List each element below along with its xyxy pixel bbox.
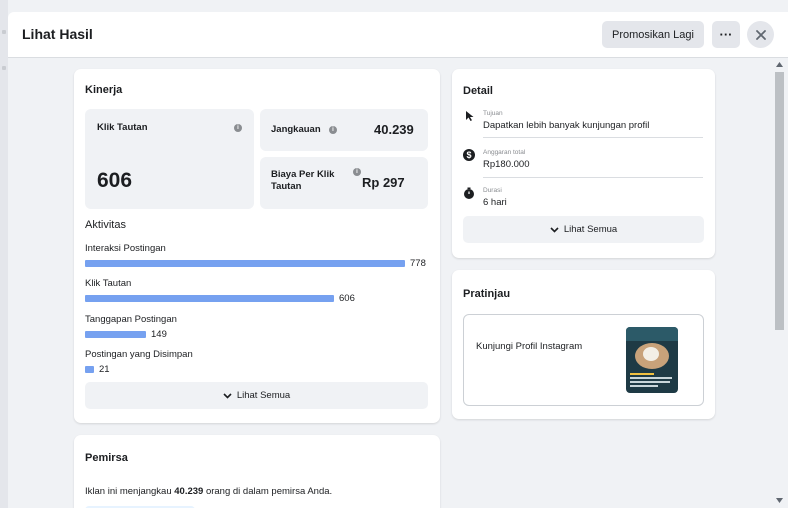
detail-card: Detail Tujuan Dapatkan lebih banyak kunj… — [452, 69, 715, 258]
detail-see-all-button[interactable]: Lihat Semua — [463, 216, 704, 243]
detail-value: 6 hari — [483, 197, 507, 208]
reach-label: Jangkauan — [271, 124, 321, 135]
scrollbar[interactable] — [771, 58, 788, 508]
divider — [483, 177, 703, 178]
info-icon[interactable]: i — [329, 126, 337, 134]
activity-title: Aktivitas — [85, 219, 126, 231]
scroll-up-arrow-icon[interactable] — [776, 62, 783, 67]
background-marker — [2, 30, 6, 34]
results-dialog: Lihat Hasil Promosikan Lagi ··· Kinerja … — [8, 12, 788, 508]
detail-label: Tujuan — [483, 110, 503, 117]
detail-value: Dapatkan lebih banyak kunjungan profil — [483, 120, 650, 131]
preview-title: Pratinjau — [463, 288, 511, 300]
audience-text: Iklan ini menjangkau 40.239 orang di dal… — [85, 486, 333, 497]
activity-label: Tanggapan Postingan — [85, 314, 177, 325]
performance-title: Kinerja — [85, 84, 123, 96]
dialog-header: Lihat Hasil Promosikan Lagi ··· — [8, 12, 788, 58]
ad-preview[interactable]: Kunjungi Profil Instagram — [463, 314, 704, 406]
activity-bar — [85, 295, 334, 302]
dialog-title: Lihat Hasil — [22, 26, 93, 42]
activity-value: 149 — [151, 329, 167, 340]
detail-value: Rp180.000 — [483, 159, 530, 170]
detail-label: Durasi — [483, 187, 502, 194]
activity-label: Postingan yang Disimpan — [85, 349, 193, 360]
dollar-icon: $ — [463, 149, 475, 161]
preview-cta: Kunjungi Profil Instagram — [476, 341, 583, 352]
more-options-button[interactable]: ··· — [712, 21, 740, 48]
cpc-value: Rp 297 — [362, 175, 405, 190]
detail-label: Anggaran total — [483, 149, 526, 156]
activity-bar — [85, 260, 405, 267]
performance-card: Kinerja Klik Tautan i 606 Jangkauan i 40… — [74, 69, 440, 423]
activity-label: Interaksi Postingan — [85, 243, 166, 254]
background-window-strip — [0, 0, 8, 508]
background-marker — [2, 66, 6, 70]
activity-value: 21 — [99, 364, 110, 375]
ad-thumbnail-image — [626, 327, 678, 393]
promote-again-button[interactable]: Promosikan Lagi — [602, 21, 704, 48]
see-all-label: Lihat Semua — [563, 224, 618, 235]
close-button[interactable] — [747, 21, 774, 48]
stopwatch-icon — [464, 187, 474, 199]
activity-bar — [85, 366, 94, 373]
link-clicks-metric: Klik Tautan i 606 — [85, 109, 254, 209]
chevron-down-icon — [223, 392, 232, 399]
see-all-label: Lihat Semua — [236, 390, 291, 401]
ellipsis-icon: ··· — [719, 27, 733, 42]
reach-metric: Jangkauan i 40.239 — [260, 109, 428, 151]
close-icon — [755, 29, 766, 40]
info-icon[interactable]: i — [353, 168, 361, 176]
activity-bar — [85, 331, 146, 338]
link-clicks-value: 606 — [97, 169, 133, 192]
activity-label: Klik Tautan — [85, 278, 132, 289]
divider — [483, 137, 703, 138]
cpc-label: Biaya Per Klik Tautan — [271, 169, 335, 192]
scroll-thumb[interactable] — [775, 72, 784, 330]
info-icon[interactable]: i — [234, 124, 242, 132]
activity-value: 778 — [410, 258, 426, 269]
activity-see-all-button[interactable]: Lihat Semua — [85, 382, 428, 409]
audience-card: Pemirsa Iklan ini menjangkau 40.239 oran… — [74, 435, 440, 508]
chevron-down-icon — [550, 226, 559, 233]
svg-text:$: $ — [466, 150, 471, 160]
cpc-metric: Biaya Per Klik Tautan i Rp 297 — [260, 157, 428, 209]
preview-card: Pratinjau Kunjungi Profil Instagram — [452, 270, 715, 419]
audience-title: Pemirsa — [85, 452, 128, 464]
reach-value: 40.239 — [374, 122, 414, 137]
detail-title: Detail — [463, 85, 493, 97]
cursor-icon — [466, 111, 474, 121]
activity-value: 606 — [339, 293, 355, 304]
scroll-down-arrow-icon[interactable] — [776, 498, 783, 503]
audience-reach: 40.239 — [174, 486, 204, 497]
link-clicks-label: Klik Tautan — [97, 122, 148, 133]
